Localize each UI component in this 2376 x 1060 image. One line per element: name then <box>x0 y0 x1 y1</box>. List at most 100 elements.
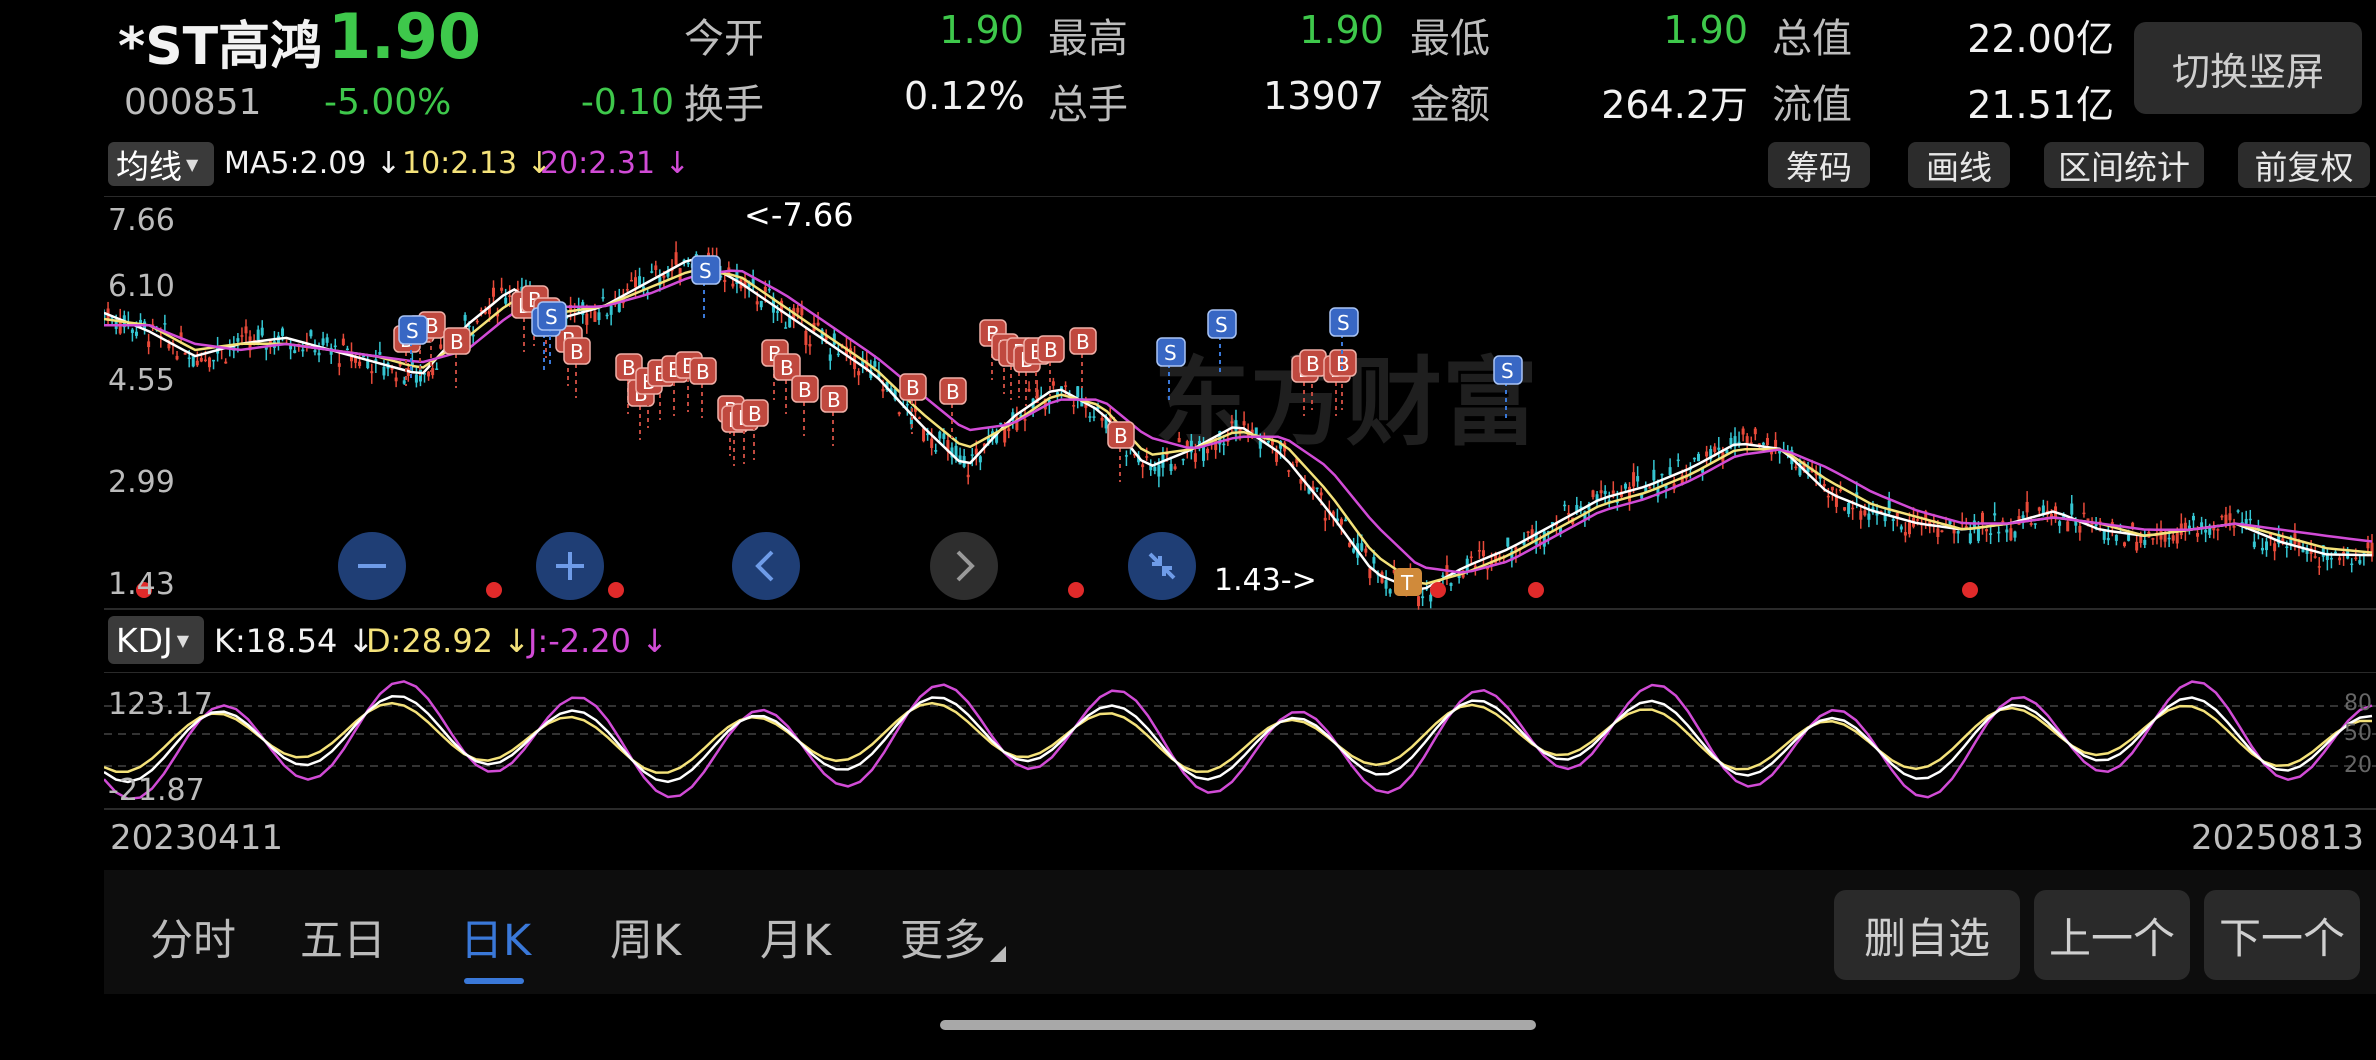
buy-marker[interactable]: B <box>1069 327 1097 388</box>
candle-body <box>1623 483 1627 489</box>
candle-body <box>2143 539 2147 545</box>
chevron-right-icon <box>956 550 975 582</box>
candle-body <box>1441 575 1445 577</box>
candle-body <box>313 350 317 353</box>
signal-dot <box>608 582 624 598</box>
candle-body <box>605 314 609 317</box>
tab-intraday[interactable]: 分时 <box>150 906 236 968</box>
candle-body <box>366 361 370 369</box>
candle-body <box>2350 563 2354 566</box>
kdj-right-label-80: 80 <box>2344 691 2372 716</box>
candle-body <box>857 371 861 376</box>
buy-marker-label: B <box>748 402 762 426</box>
candle-body <box>674 252 678 265</box>
zoom-in-button[interactable] <box>536 532 604 600</box>
candle-body <box>2171 535 2175 541</box>
scroll-right-button[interactable] <box>930 532 998 600</box>
home-indicator[interactable] <box>940 1020 1536 1030</box>
buy-marker[interactable]: B <box>443 327 471 388</box>
candle-body <box>686 262 690 265</box>
candle-body <box>1737 441 1741 444</box>
buy-marker[interactable]: B <box>689 357 717 418</box>
buy-marker-label: B <box>450 330 464 354</box>
candle-body <box>1863 510 1867 516</box>
sell-marker-label: S <box>1501 359 1514 383</box>
stat-label-float-value: 流值 <box>1772 82 1852 128</box>
chips-button[interactable]: 筹码 <box>1768 142 1870 188</box>
switch-portrait-button[interactable]: 切换竖屏 <box>2134 22 2362 114</box>
sell-marker-label: S <box>1215 313 1228 337</box>
candle-body <box>2248 518 2252 521</box>
tab-five-day[interactable]: 五日 <box>300 906 386 968</box>
candle-body <box>2001 520 2005 523</box>
markers-layer: BBBBBBBBBBBBBBBBBBBBBBBBBBBBBBBBBBBBBBBS… <box>136 255 1978 598</box>
candle-body <box>1181 458 1185 461</box>
buy-marker[interactable]: B <box>820 385 848 446</box>
candle-body <box>1206 448 1210 454</box>
caret-down-icon: ▼ <box>176 630 190 650</box>
candle-body <box>1611 490 1615 494</box>
candle-body <box>321 338 325 346</box>
candle-body <box>2066 521 2070 532</box>
tab-more[interactable]: 更多 <box>900 906 986 968</box>
candle-body <box>2191 515 2195 521</box>
active-tab-indicator <box>464 978 524 984</box>
candle-body <box>370 371 374 374</box>
candle-body <box>1339 519 1343 525</box>
candle-body <box>2196 532 2200 537</box>
candle-body <box>1003 427 1007 443</box>
candle-body <box>938 431 942 439</box>
candle-body <box>1242 421 1246 426</box>
candle-body <box>1319 492 1323 496</box>
candle-body <box>2013 531 2017 538</box>
candle-body <box>1481 550 1485 557</box>
candle-body <box>212 359 216 362</box>
sell-marker-label: S <box>545 305 558 329</box>
candle-body <box>629 279 633 282</box>
price-chart[interactable]: 东方财富 BBBBBBBBBBBBBBBBBBBBBBBBBBBBBBBBBBB… <box>104 196 2376 610</box>
next-stock-button[interactable]: 下一个 <box>2204 890 2360 980</box>
candle-body <box>2236 510 2240 512</box>
indicator-selector-ma[interactable]: 均线 ▼ <box>108 142 214 186</box>
kdj-j-value: J:-2.20 ↓ <box>528 622 668 660</box>
candle-body <box>1124 455 1128 457</box>
candle-body <box>2358 560 2362 564</box>
t-marker[interactable]: T <box>1394 568 1422 596</box>
tab-daily-k[interactable]: 日K <box>460 906 531 968</box>
signal-dot <box>1962 582 1978 598</box>
candle-body <box>224 361 228 364</box>
collapse-button[interactable] <box>1128 532 1196 600</box>
zoom-out-button[interactable] <box>338 532 406 600</box>
minus-icon <box>358 564 386 568</box>
buy-marker[interactable]: B <box>791 375 819 436</box>
candle-body <box>2058 521 2062 526</box>
candle-body <box>1287 470 1291 472</box>
indicator-selector-kdj[interactable]: KDJ ▼ <box>108 616 204 664</box>
candle-body <box>1344 519 1348 522</box>
sell-marker[interactable]: S <box>691 255 721 318</box>
candle-body <box>2366 542 2370 549</box>
candle-body <box>1822 484 1826 487</box>
candle-body <box>2135 541 2139 551</box>
candle-body <box>240 335 244 337</box>
draw-line-button[interactable]: 画线 <box>1908 142 2010 188</box>
kdj-right-label-20: 20 <box>2344 753 2372 778</box>
kdj-chart[interactable]: 123.17 -21.87 80 50 20 <box>104 672 2376 810</box>
range-stats-button[interactable]: 区间统计 <box>2044 142 2204 188</box>
tab-weekly-k[interactable]: 周K <box>610 906 681 968</box>
remove-watchlist-button[interactable]: 删自选 <box>1834 890 2020 980</box>
sell-marker-label: S <box>699 259 712 283</box>
candle-body <box>2078 525 2082 533</box>
candle-body <box>325 337 329 343</box>
candle-body <box>816 322 820 326</box>
candle-body <box>1315 487 1319 490</box>
candle-body <box>2216 529 2220 531</box>
scroll-left-button[interactable] <box>732 532 800 600</box>
candle-body <box>1230 421 1234 424</box>
tab-monthly-k[interactable]: 月K <box>760 906 831 968</box>
buy-marker-label: B <box>1306 352 1320 376</box>
candle-body <box>2338 557 2342 561</box>
y-label-3: 4.55 <box>108 363 175 398</box>
forward-adjust-button[interactable]: 前复权 <box>2238 142 2370 188</box>
previous-stock-button[interactable]: 上一个 <box>2034 890 2190 980</box>
